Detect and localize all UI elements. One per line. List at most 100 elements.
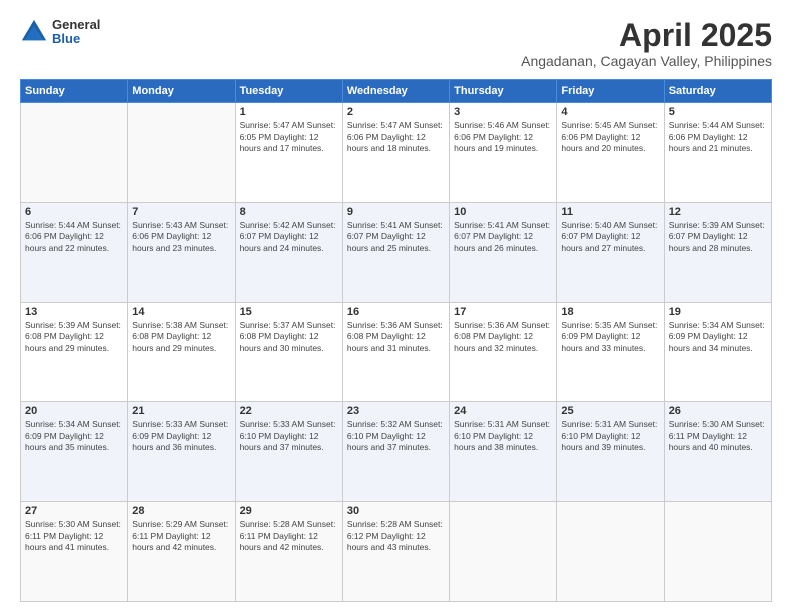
col-saturday: Saturday xyxy=(664,80,771,103)
day-info: Sunrise: 5:39 AM Sunset: 6:08 PM Dayligh… xyxy=(25,320,123,354)
day-info: Sunrise: 5:34 AM Sunset: 6:09 PM Dayligh… xyxy=(669,320,767,354)
table-row: 3 Sunrise: 5:46 AM Sunset: 6:06 PM Daylig… xyxy=(450,103,557,203)
table-row xyxy=(557,502,664,602)
table-row: 1 Sunrise: 5:47 AM Sunset: 6:05 PM Daylig… xyxy=(235,103,342,203)
day-info: Sunrise: 5:45 AM Sunset: 6:06 PM Dayligh… xyxy=(561,120,659,154)
table-row xyxy=(450,502,557,602)
table-row: 19 Sunrise: 5:34 AM Sunset: 6:09 PM Dayli… xyxy=(664,302,771,402)
day-number: 9 xyxy=(347,206,445,218)
day-number: 19 xyxy=(669,306,767,318)
day-info: Sunrise: 5:42 AM Sunset: 6:07 PM Dayligh… xyxy=(240,220,338,254)
day-info: Sunrise: 5:28 AM Sunset: 6:12 PM Dayligh… xyxy=(347,519,445,553)
day-number: 13 xyxy=(25,306,123,318)
day-number: 8 xyxy=(240,206,338,218)
day-info: Sunrise: 5:40 AM Sunset: 6:07 PM Dayligh… xyxy=(561,220,659,254)
day-number: 20 xyxy=(25,405,123,417)
day-info: Sunrise: 5:30 AM Sunset: 6:11 PM Dayligh… xyxy=(669,419,767,453)
table-row: 4 Sunrise: 5:45 AM Sunset: 6:06 PM Daylig… xyxy=(557,103,664,203)
table-row: 20 Sunrise: 5:34 AM Sunset: 6:09 PM Dayli… xyxy=(21,402,128,502)
table-row: 14 Sunrise: 5:38 AM Sunset: 6:08 PM Dayli… xyxy=(128,302,235,402)
table-row: 17 Sunrise: 5:36 AM Sunset: 6:08 PM Dayli… xyxy=(450,302,557,402)
day-number: 14 xyxy=(132,306,230,318)
day-info: Sunrise: 5:33 AM Sunset: 6:09 PM Dayligh… xyxy=(132,419,230,453)
day-number: 30 xyxy=(347,505,445,517)
table-row: 6 Sunrise: 5:44 AM Sunset: 6:06 PM Daylig… xyxy=(21,202,128,302)
table-row xyxy=(21,103,128,203)
table-row: 7Sunrise: 5:43 AM Sunset: 6:06 PM Daylig… xyxy=(128,202,235,302)
day-info: Sunrise: 5:31 AM Sunset: 6:10 PM Dayligh… xyxy=(454,419,552,453)
day-number: 5 xyxy=(669,106,767,118)
day-number: 17 xyxy=(454,306,552,318)
day-info: Sunrise: 5:33 AM Sunset: 6:10 PM Dayligh… xyxy=(240,419,338,453)
logo-blue-text: Blue xyxy=(52,32,100,46)
table-row: 12Sunrise: 5:39 AM Sunset: 6:07 PM Dayli… xyxy=(664,202,771,302)
page: General Blue April 2025 Angadanan, Cagay… xyxy=(0,0,792,612)
table-row: 15Sunrise: 5:37 AM Sunset: 6:08 PM Dayli… xyxy=(235,302,342,402)
table-row: 21Sunrise: 5:33 AM Sunset: 6:09 PM Dayli… xyxy=(128,402,235,502)
location-title: Angadanan, Cagayan Valley, Philippines xyxy=(521,53,772,69)
logo-icon xyxy=(20,18,48,46)
table-row: 11 Sunrise: 5:40 AM Sunset: 6:07 PM Dayli… xyxy=(557,202,664,302)
day-number: 28 xyxy=(132,505,230,517)
logo: General Blue xyxy=(20,18,100,47)
day-info: Sunrise: 5:36 AM Sunset: 6:08 PM Dayligh… xyxy=(347,320,445,354)
day-number: 16 xyxy=(347,306,445,318)
day-info: Sunrise: 5:41 AM Sunset: 6:07 PM Dayligh… xyxy=(454,220,552,254)
table-row: 29Sunrise: 5:28 AM Sunset: 6:11 PM Dayli… xyxy=(235,502,342,602)
table-row: 22 Sunrise: 5:33 AM Sunset: 6:10 PM Dayli… xyxy=(235,402,342,502)
table-row: 2 Sunrise: 5:47 AM Sunset: 6:06 PM Daylig… xyxy=(342,103,449,203)
day-info: Sunrise: 5:34 AM Sunset: 6:09 PM Dayligh… xyxy=(25,419,123,453)
table-row: 26 Sunrise: 5:30 AM Sunset: 6:11 PM Dayli… xyxy=(664,402,771,502)
table-row xyxy=(128,103,235,203)
table-row: 18Sunrise: 5:35 AM Sunset: 6:09 PM Dayli… xyxy=(557,302,664,402)
calendar-header-row: Sunday Monday Tuesday Wednesday Thursday… xyxy=(21,80,772,103)
day-info: Sunrise: 5:31 AM Sunset: 6:10 PM Dayligh… xyxy=(561,419,659,453)
calendar-week-row: 20 Sunrise: 5:34 AM Sunset: 6:09 PM Dayli… xyxy=(21,402,772,502)
col-thursday: Thursday xyxy=(450,80,557,103)
calendar-week-row: 1 Sunrise: 5:47 AM Sunset: 6:05 PM Daylig… xyxy=(21,103,772,203)
calendar-week-row: 6 Sunrise: 5:44 AM Sunset: 6:06 PM Daylig… xyxy=(21,202,772,302)
table-row: 5 Sunrise: 5:44 AM Sunset: 6:06 PM Daylig… xyxy=(664,103,771,203)
day-number: 12 xyxy=(669,206,767,218)
logo-general-text: General xyxy=(52,18,100,32)
table-row: 24 Sunrise: 5:31 AM Sunset: 6:10 PM Dayli… xyxy=(450,402,557,502)
day-info: Sunrise: 5:30 AM Sunset: 6:11 PM Dayligh… xyxy=(25,519,123,553)
table-row: 13 Sunrise: 5:39 AM Sunset: 6:08 PM Dayli… xyxy=(21,302,128,402)
table-row: 28 Sunrise: 5:29 AM Sunset: 6:11 PM Dayli… xyxy=(128,502,235,602)
day-number: 10 xyxy=(454,206,552,218)
day-number: 3 xyxy=(454,106,552,118)
day-number: 22 xyxy=(240,405,338,417)
day-number: 27 xyxy=(25,505,123,517)
table-row: 16 Sunrise: 5:36 AM Sunset: 6:08 PM Dayli… xyxy=(342,302,449,402)
day-number: 26 xyxy=(669,405,767,417)
header: General Blue April 2025 Angadanan, Cagay… xyxy=(20,18,772,69)
col-monday: Monday xyxy=(128,80,235,103)
day-info: Sunrise: 5:47 AM Sunset: 6:05 PM Dayligh… xyxy=(240,120,338,154)
title-block: April 2025 Angadanan, Cagayan Valley, Ph… xyxy=(521,18,772,69)
table-row: 23Sunrise: 5:32 AM Sunset: 6:10 PM Dayli… xyxy=(342,402,449,502)
day-number: 4 xyxy=(561,106,659,118)
day-number: 6 xyxy=(25,206,123,218)
logo-text: General Blue xyxy=(52,18,100,47)
col-wednesday: Wednesday xyxy=(342,80,449,103)
day-info: Sunrise: 5:46 AM Sunset: 6:06 PM Dayligh… xyxy=(454,120,552,154)
day-number: 23 xyxy=(347,405,445,417)
day-info: Sunrise: 5:47 AM Sunset: 6:06 PM Dayligh… xyxy=(347,120,445,154)
day-number: 24 xyxy=(454,405,552,417)
day-number: 11 xyxy=(561,206,659,218)
day-number: 7 xyxy=(132,206,230,218)
day-info: Sunrise: 5:38 AM Sunset: 6:08 PM Dayligh… xyxy=(132,320,230,354)
table-row: 10 Sunrise: 5:41 AM Sunset: 6:07 PM Dayli… xyxy=(450,202,557,302)
day-info: Sunrise: 5:44 AM Sunset: 6:06 PM Dayligh… xyxy=(669,120,767,154)
day-info: Sunrise: 5:36 AM Sunset: 6:08 PM Dayligh… xyxy=(454,320,552,354)
day-number: 2 xyxy=(347,106,445,118)
day-info: Sunrise: 5:44 AM Sunset: 6:06 PM Dayligh… xyxy=(25,220,123,254)
col-friday: Friday xyxy=(557,80,664,103)
table-row: 9Sunrise: 5:41 AM Sunset: 6:07 PM Daylig… xyxy=(342,202,449,302)
day-info: Sunrise: 5:35 AM Sunset: 6:09 PM Dayligh… xyxy=(561,320,659,354)
day-number: 1 xyxy=(240,106,338,118)
calendar-week-row: 27 Sunrise: 5:30 AM Sunset: 6:11 PM Dayli… xyxy=(21,502,772,602)
day-info: Sunrise: 5:28 AM Sunset: 6:11 PM Dayligh… xyxy=(240,519,338,553)
day-info: Sunrise: 5:29 AM Sunset: 6:11 PM Dayligh… xyxy=(132,519,230,553)
col-sunday: Sunday xyxy=(21,80,128,103)
